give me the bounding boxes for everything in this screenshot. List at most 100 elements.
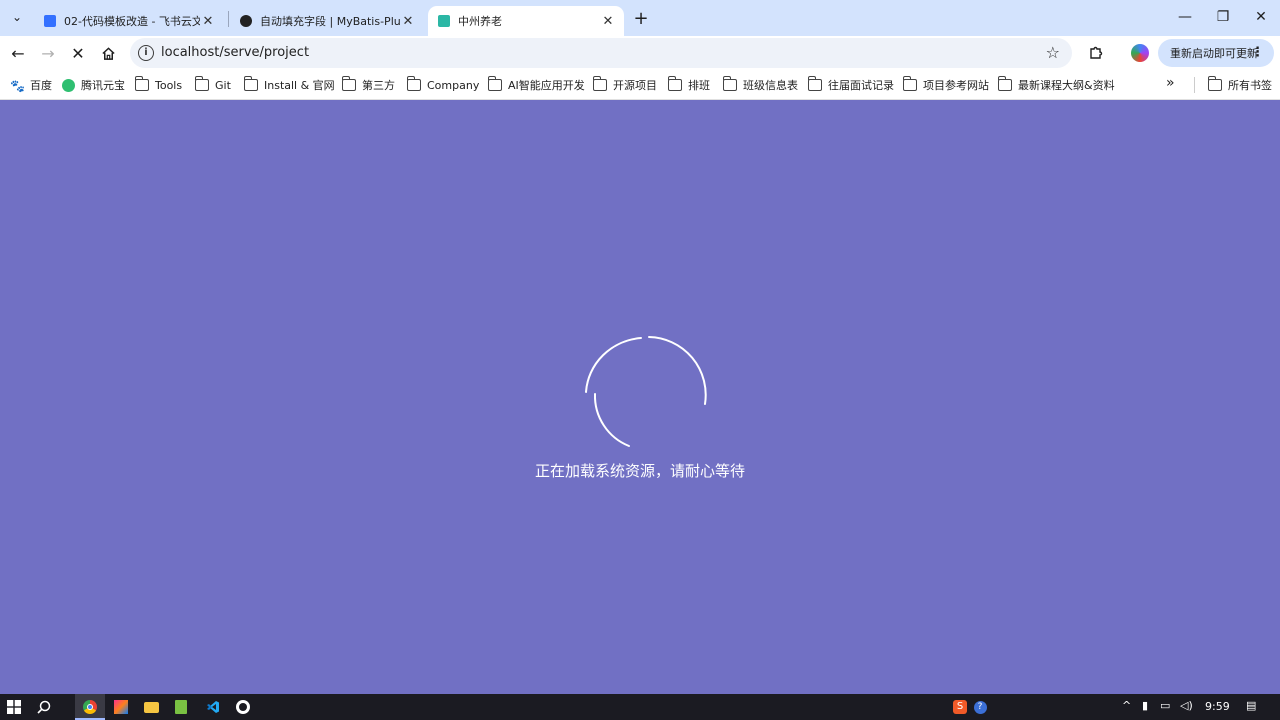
bookmark-folder-git[interactable]: Git	[194, 76, 231, 94]
address-bar[interactable]: i localhost/serve/project ☆	[130, 38, 1072, 68]
home-button[interactable]	[94, 39, 122, 67]
bookmark-label: 班级信息表	[743, 79, 798, 92]
bookmark-yuanbao[interactable]: 腾讯元宝	[62, 76, 125, 94]
close-window-button[interactable]: ✕	[1242, 0, 1280, 34]
back-button[interactable]: ←	[4, 39, 32, 67]
help-icon[interactable]: ?	[970, 697, 990, 717]
minimize-button[interactable]: —	[1166, 0, 1204, 34]
baidu-icon: 🐾	[10, 79, 25, 93]
puzzle-icon	[1090, 46, 1103, 59]
bookmark-folder-course[interactable]: 最新课程大纲&资料	[997, 76, 1115, 94]
bookmark-folder-schedule[interactable]: 排班	[667, 76, 710, 94]
bookmark-folder-third-party[interactable]: 第三方	[341, 76, 395, 94]
tab-title: 02-代码模板改造 - 飞书云文档	[64, 15, 200, 28]
bookmark-label: Tools	[155, 78, 183, 92]
windows-taskbar: S ? ^ ▮ ▭ ◁) 9:59 ▤	[0, 694, 1280, 720]
bookmark-folder-opensource[interactable]: 开源项目	[592, 76, 657, 94]
battery-icon[interactable]: ▭	[1160, 699, 1170, 712]
bookmark-folder-tools[interactable]: Tools	[134, 76, 183, 94]
vscode-icon[interactable]	[203, 697, 223, 717]
close-tab-icon[interactable]: ✕	[200, 13, 216, 29]
yuanbao-icon	[62, 78, 75, 92]
bookmark-label: 第三方	[362, 79, 395, 92]
folder-icon	[1207, 76, 1222, 91]
close-icon: ✕	[71, 43, 85, 63]
bookmark-label: 腾讯元宝	[81, 79, 125, 92]
tab-search-button[interactable]: ⌄	[6, 6, 28, 28]
loading-message: 正在加载系统资源，请耐心等待	[534, 462, 745, 480]
folder-icon	[592, 76, 607, 91]
bookmark-label: 排班	[688, 79, 710, 92]
tray-overflow-icon[interactable]: ^	[1122, 699, 1131, 712]
bookmark-folder-reference-sites[interactable]: 项目参考网站	[902, 76, 989, 94]
notepad-icon[interactable]	[171, 697, 191, 717]
bookmarks-divider	[1194, 77, 1195, 93]
folder-icon	[406, 76, 421, 91]
folder-icon	[722, 76, 737, 91]
tab-title: 自动填充字段 | MyBatis-Plus	[260, 15, 400, 28]
microphone-icon[interactable]: ▮	[1142, 699, 1148, 712]
all-bookmarks[interactable]: 所有书签	[1207, 76, 1272, 94]
update-button[interactable]: 重新启动即可更新 ⋮	[1158, 39, 1274, 67]
clock[interactable]: 9:59	[1205, 700, 1230, 713]
tab-zhongzhou[interactable]: 中州养老 ✕	[428, 6, 624, 36]
folder-icon	[194, 76, 209, 91]
tab-feishu-doc[interactable]: 02-代码模板改造 - 飞书云文档 ✕	[34, 6, 224, 36]
bookmark-star-icon[interactable]: ☆	[1046, 43, 1060, 62]
sogou-input-icon[interactable]: S	[950, 697, 970, 717]
all-bookmarks-label: 所有书签	[1228, 79, 1272, 92]
forward-button[interactable]: →	[34, 39, 62, 67]
close-tab-icon[interactable]: ✕	[600, 13, 616, 29]
folder-icon	[243, 76, 258, 91]
tab-mybatis-plus[interactable]: 自动填充字段 | MyBatis-Plus ✕	[230, 6, 424, 36]
bookmark-label: AI智能应用开发	[508, 79, 585, 92]
folder-icon	[997, 76, 1012, 91]
bookmark-folder-company[interactable]: Company	[406, 76, 480, 94]
site-info-icon[interactable]: i	[138, 45, 154, 61]
notification-icon[interactable]: ▤	[1246, 699, 1256, 712]
chevron-down-icon: ⌄	[11, 10, 23, 24]
arrow-right-icon: →	[41, 43, 55, 63]
folder-icon	[341, 76, 356, 91]
bookmark-baidu[interactable]: 🐾 百度	[10, 76, 52, 94]
bookmark-label: Git	[215, 78, 231, 92]
folder-icon	[134, 76, 149, 91]
profile-avatar[interactable]	[1131, 44, 1149, 62]
update-button-label: 重新启动即可更新	[1170, 47, 1258, 60]
bookmark-folder-interviews[interactable]: 往届面试记录	[807, 76, 894, 94]
feishu-doc-icon	[44, 15, 56, 27]
folder-icon	[902, 76, 917, 91]
url-text[interactable]: localhost/serve/project	[161, 45, 309, 60]
arrow-left-icon: ←	[11, 43, 25, 63]
windows-start-icon[interactable]	[4, 697, 24, 717]
chrome-icon[interactable]	[80, 697, 100, 717]
zhongzhou-icon	[438, 15, 450, 27]
search-icon[interactable]	[34, 697, 54, 717]
bookmark-folder-ai[interactable]: AI智能应用开发	[487, 76, 585, 94]
mybatis-bird-icon	[240, 15, 252, 27]
maximize-button[interactable]: ❐	[1204, 0, 1242, 34]
volume-icon[interactable]: ◁)	[1180, 699, 1193, 712]
tab-strip: ⌄ 02-代码模板改造 - 飞书云文档 ✕ 自动填充字段 | MyBatis-P…	[0, 0, 1280, 36]
bookmark-label: Install & 官网	[264, 79, 335, 92]
bookmark-label: 百度	[30, 79, 52, 92]
folder-icon	[807, 76, 822, 91]
bookmark-folder-install[interactable]: Install & 官网	[243, 76, 335, 94]
obs-icon[interactable]	[233, 697, 253, 717]
bookmark-label: Company	[427, 78, 480, 92]
new-tab-button[interactable]: +	[630, 7, 652, 29]
loading-spinner-icon	[585, 336, 707, 447]
bookmarks-overflow-chevron-icon[interactable]: »	[1166, 75, 1175, 91]
stop-loading-button[interactable]: ✕	[64, 39, 92, 67]
more-menu-icon[interactable]: ⋮	[1251, 45, 1264, 60]
extensions-button[interactable]	[1084, 41, 1108, 65]
bookmark-folder-class-info[interactable]: 班级信息表	[722, 76, 798, 94]
home-icon	[101, 46, 115, 60]
bookmark-label: 开源项目	[613, 79, 657, 92]
tab-title: 中州养老	[458, 15, 502, 28]
jetbrains-icon[interactable]	[111, 697, 131, 717]
file-explorer-icon[interactable]	[141, 697, 161, 717]
bookmark-label: 往届面试记录	[828, 79, 894, 92]
folder-icon	[487, 76, 502, 91]
close-tab-icon[interactable]: ✕	[400, 13, 416, 29]
